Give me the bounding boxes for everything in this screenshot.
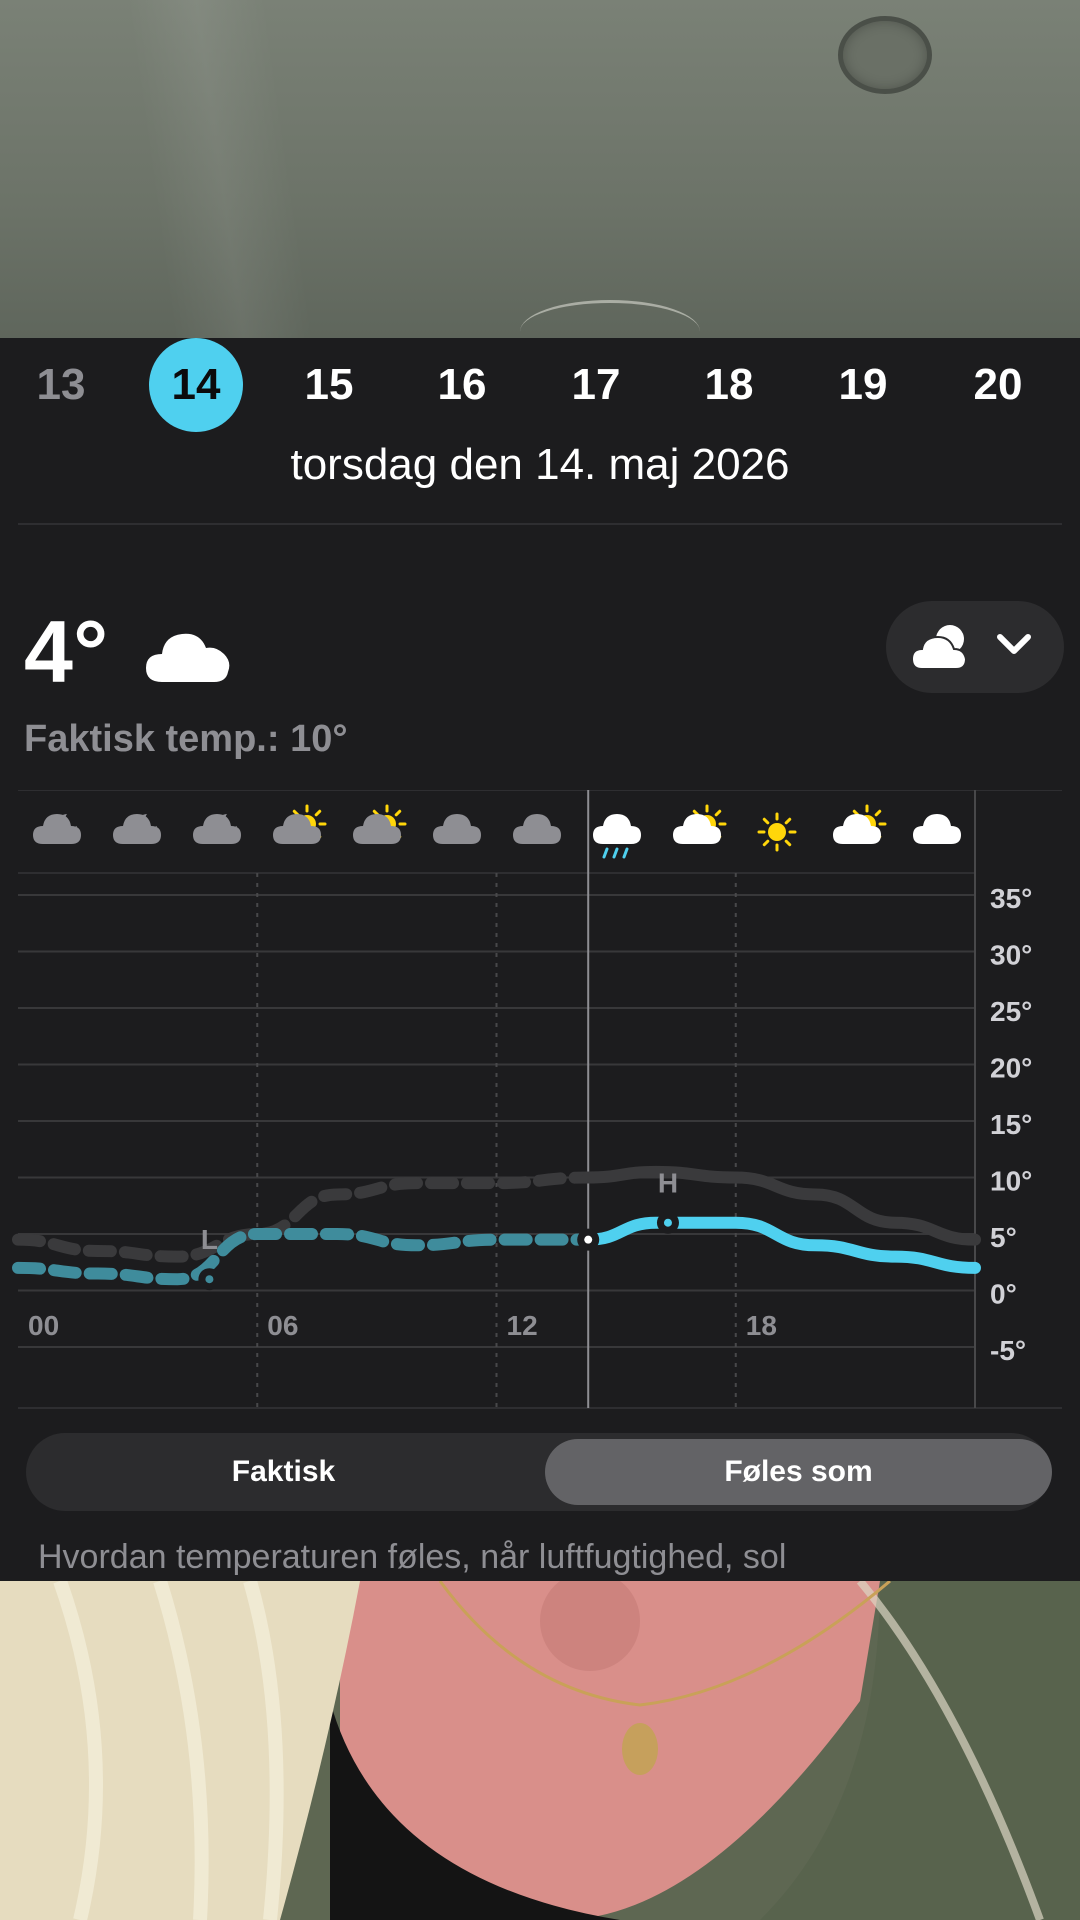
sun-ray <box>714 809 722 817</box>
hourly-icon-row <box>33 804 961 859</box>
day-13[interactable]: 13 <box>14 338 108 432</box>
chevron-down-icon <box>997 634 1031 654</box>
y-tick-label: 10° <box>990 1166 1032 1197</box>
day-15[interactable]: 15 <box>282 338 376 432</box>
rain-icon <box>593 814 641 859</box>
cloud-icon <box>513 814 561 844</box>
actual-temperature-label: Faktisk temp.: 10° <box>24 718 348 760</box>
day-19[interactable]: 19 <box>816 338 910 432</box>
cloud-moon-icon <box>193 814 241 844</box>
high-label: H <box>658 1168 678 1199</box>
sun-ray <box>394 809 402 817</box>
hair-strand <box>520 300 700 338</box>
marker-dot <box>663 1218 672 1227</box>
day-20[interactable]: 20 <box>951 338 1045 432</box>
x-tick-label: 18 <box>746 1310 777 1341</box>
rain-drop <box>612 847 619 859</box>
temperature-chart: L H 35° 30° 25° 20° 15° 10° 5° 0° -5° 00 06 12 18 <box>12 790 1062 1409</box>
cloud-icon <box>913 814 961 844</box>
sun-ray <box>784 817 792 825</box>
y-tick-label: 25° <box>990 996 1032 1027</box>
x-tick-label: 00 <box>28 1310 59 1341</box>
y-tick-label: 5° <box>990 1222 1017 1253</box>
cloud-icon <box>433 814 481 844</box>
day-14-selected[interactable]: 14 <box>149 338 243 432</box>
camera-photo-top <box>0 0 1080 338</box>
person-photo <box>0 1581 1080 1920</box>
now-marker-dot <box>584 1235 593 1244</box>
y-tick-label: 20° <box>990 1053 1032 1084</box>
cloud-moon-icon <box>33 814 81 844</box>
toggle-actual-button[interactable]: Faktisk <box>30 1439 537 1505</box>
cloud-glyph <box>433 814 481 844</box>
marker-dot <box>205 1275 214 1284</box>
sun-ray <box>762 817 770 825</box>
sun-icon <box>757 812 797 852</box>
feels-like-description: Hvordan temperaturen føles, når luftfugt… <box>38 1538 787 1576</box>
series-line-future <box>582 1165 981 1246</box>
cloud-glyph <box>913 814 961 844</box>
partly-sunny-icon <box>833 804 887 844</box>
day-strip: 13 14 15 16 17 18 19 20 <box>0 338 1080 432</box>
y-tick-label: 15° <box>990 1109 1032 1140</box>
day-18[interactable]: 18 <box>682 338 776 432</box>
partly-sunny-icon <box>353 804 407 844</box>
current-temperature: 4° <box>24 602 109 701</box>
cloud-icon <box>146 633 230 682</box>
cloud-moon-icon <box>113 814 161 844</box>
partly-sunny-icon <box>273 804 327 844</box>
day-17[interactable]: 17 <box>549 338 643 432</box>
divider <box>18 523 1062 525</box>
sun-ray <box>314 809 322 817</box>
partly-sunny-icon <box>673 804 727 844</box>
rain-drop <box>622 847 629 859</box>
y-tick-label: 35° <box>990 883 1032 914</box>
x-tick-label: 12 <box>507 1310 538 1341</box>
cloud-glyph <box>593 814 641 844</box>
sun-core <box>768 823 786 841</box>
cloud-glyph <box>193 814 241 844</box>
partly-cloudy-icon <box>910 625 968 670</box>
sun-ray <box>762 839 770 847</box>
chart-axis-labels: 35° 30° 25° 20° 15° 10° 5° 0° -5° 00 06 12 18 <box>28 883 1032 1366</box>
x-tick-label: 06 <box>267 1310 298 1341</box>
camera-photo-bottom <box>0 1581 1080 1920</box>
sun-ray <box>784 839 792 847</box>
layer-picker-button[interactable] <box>886 601 1064 693</box>
y-tick-label: 0° <box>990 1279 1017 1310</box>
low-label: L <box>201 1224 218 1255</box>
sun-glyph <box>757 812 797 852</box>
cloud-glyph <box>513 814 561 844</box>
ceiling-light-streak <box>126 0 314 338</box>
toggle-feels-like-button[interactable]: Føles som <box>545 1439 1052 1505</box>
y-tick-label: 30° <box>990 940 1032 971</box>
y-tick-label: -5° <box>990 1335 1026 1366</box>
full-date: torsdag den 14. maj 2026 <box>290 440 790 489</box>
temperature-mode-toggle: Faktisk Føles som <box>26 1433 1052 1511</box>
day-16[interactable]: 16 <box>415 338 509 432</box>
weather-app: 13 14 15 16 17 18 19 20 torsdag den 14. … <box>0 338 1080 1581</box>
cloud-glyph <box>113 814 161 844</box>
cloud-glyph <box>33 814 81 844</box>
sun-ray <box>874 809 882 817</box>
rain-drop <box>602 847 609 859</box>
chart-grid <box>18 790 976 1408</box>
ceiling-fixture <box>838 16 932 94</box>
